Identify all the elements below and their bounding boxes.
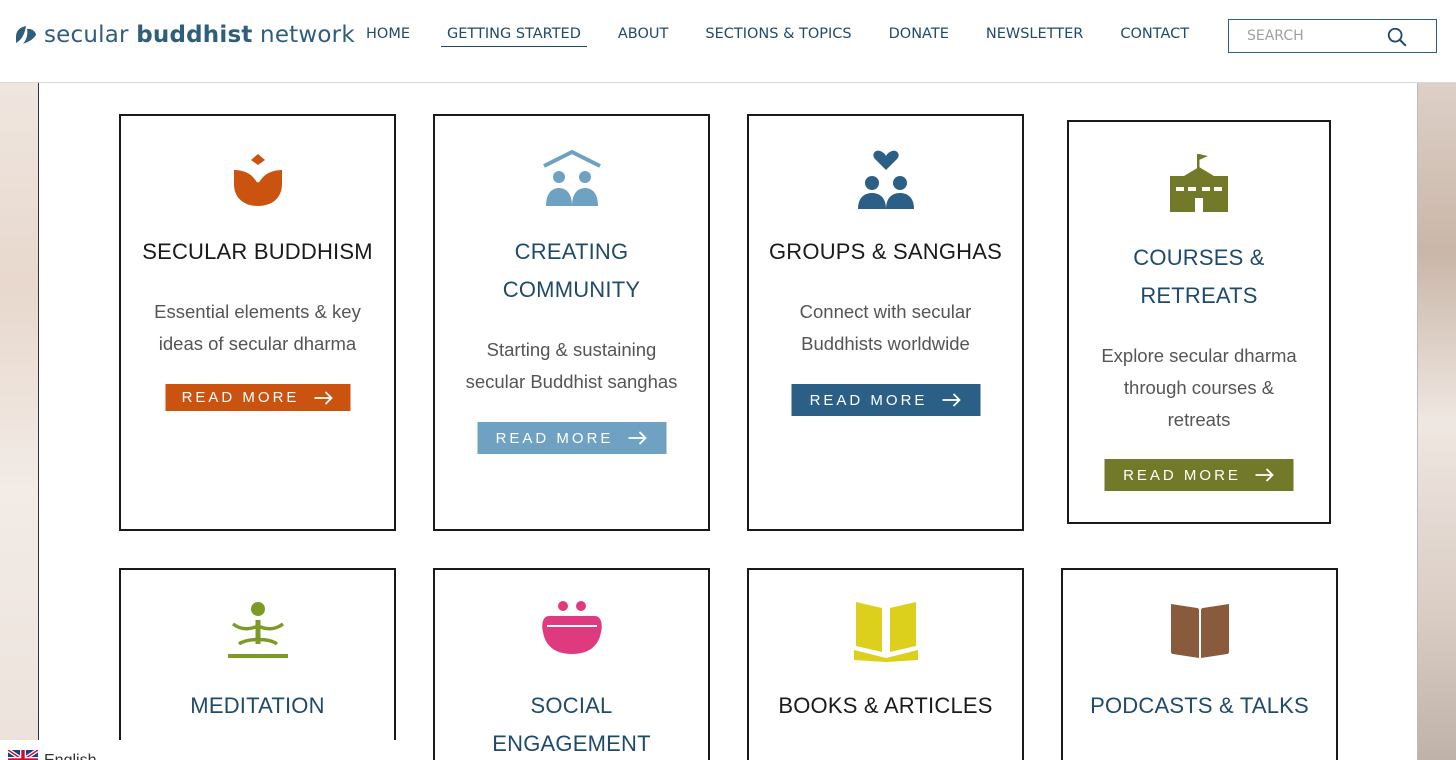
background-left [0,83,38,760]
card-title: CREATING COMMUNITY [502,239,641,302]
card-creating-community: CREATING COMMUNITY Starting & sustaining… [433,114,710,531]
card-title: BOOKS & ARTICLES [778,693,993,718]
card-title: MEDITATION [190,693,325,718]
read-more-button[interactable]: READ MORE [477,422,666,454]
site-header: secular buddhist network HOME GETTING ST… [0,0,1456,83]
community-house-icon [542,150,601,206]
nav-getting-started[interactable]: GETTING STARTED [441,24,587,47]
card-podcasts-talks: PODCASTS & TALKS [1061,568,1338,760]
nav-contact[interactable]: CONTACT [1114,24,1195,47]
school-building-icon [1170,154,1228,212]
nav-sections-topics[interactable]: SECTIONS & TOPICS [699,24,857,47]
background-right [1418,83,1456,760]
nav-home[interactable]: HOME [360,24,416,47]
arrow-right-icon [942,393,961,407]
language-label: English [44,752,96,760]
meditation-icon [227,602,288,658]
card-secular-buddhism: SECULAR BUDDHISM Essential elements & ke… [119,114,396,531]
card-meditation: MEDITATION [119,568,396,760]
search-input[interactable] [1247,28,1397,44]
card-description: Essential elements & key ideas of secula… [154,301,361,354]
closed-book-icon [1170,604,1229,658]
nav-donate[interactable]: DONATE [883,24,955,47]
card-books-articles: BOOKS & ARTICLES [747,568,1024,760]
card-description: Explore secular dharma through courses &… [1101,345,1297,430]
nav-about[interactable]: ABOUT [612,24,675,47]
read-more-button[interactable]: READ MORE [791,384,980,416]
social-pot-icon [541,601,602,654]
nav-newsletter[interactable]: NEWSLETTER [980,24,1090,47]
uk-flag-icon [8,750,38,760]
search-icon[interactable] [1386,26,1408,48]
card-title: PODCASTS & TALKS [1090,693,1309,718]
card-groups-sanghas: GROUPS & SANGHAS Connect with secular Bu… [747,114,1024,531]
group-heart-icon [857,150,914,209]
language-bar[interactable]: English [0,740,420,760]
logo-text: secular buddhist network [44,22,355,48]
card-title: SOCIAL ENGAGEMENT [492,693,651,756]
main-nav: HOME GETTING STARTED ABOUT SECTIONS & TO… [360,24,1220,47]
open-book-icon [853,602,918,662]
card-title: COURSES & RETREATS [1133,245,1265,308]
arrow-right-icon [1255,468,1275,482]
leaf-logo-icon [16,26,36,44]
main-content: SECULAR BUDDHISM Essential elements & ke… [38,83,1418,760]
arrow-right-icon [628,431,647,445]
card-description: Connect with secular Buddhists worldwide [799,301,972,354]
lotus-icon [233,154,282,206]
card-title: GROUPS & SANGHAS [768,239,1003,264]
read-more-button[interactable]: READ MORE [165,384,350,411]
card-courses-retreats: COURSES & RETREATS Explore secular dharm… [1067,120,1331,524]
site-logo[interactable]: secular buddhist network [14,22,355,48]
arrow-right-icon [314,390,333,405]
search-box [1228,19,1437,53]
card-title: SECULAR BUDDHISM [142,239,373,264]
card-description: Starting & sustaining secular Buddhist s… [465,339,678,392]
card-social-engagement: SOCIAL ENGAGEMENT [433,568,710,760]
read-more-button[interactable]: READ MORE [1104,459,1294,491]
